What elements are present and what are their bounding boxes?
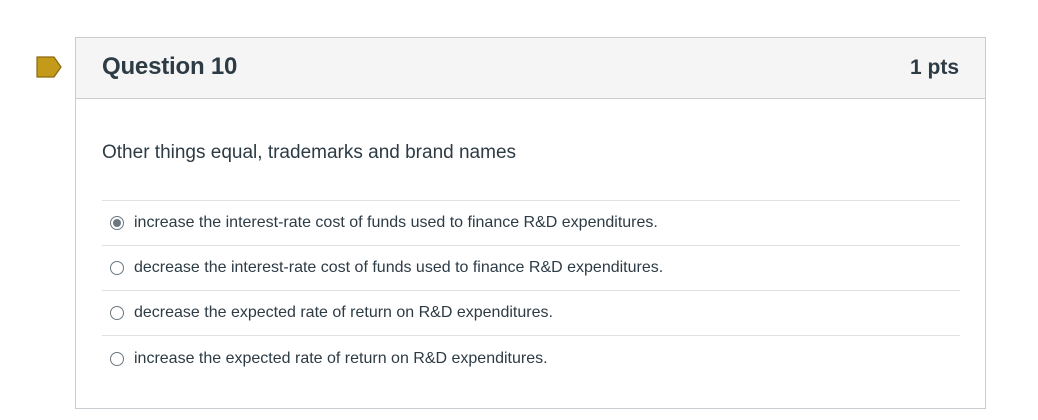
answer-list: increase the interest-rate cost of funds… xyxy=(102,200,960,381)
answer-label: decrease the expected rate of return on … xyxy=(134,304,553,321)
radio-button-icon[interactable] xyxy=(110,351,124,366)
question-card: Question 10 1 pts Other things equal, tr… xyxy=(75,37,986,409)
question-title: Question 10 xyxy=(102,53,238,80)
answer-label: increase the expected rate of return on … xyxy=(134,349,548,367)
question-points: 1 pts xyxy=(909,56,959,79)
question-header: Question 10 1 pts xyxy=(76,38,985,99)
radio-button-icon[interactable] xyxy=(110,261,124,275)
radio-button-selected-icon[interactable] xyxy=(110,216,124,230)
question-text: Other things equal, trademarks and brand… xyxy=(102,142,517,163)
question-flag-icon[interactable] xyxy=(36,56,62,78)
radio-button-icon[interactable] xyxy=(110,306,124,320)
answer-label: increase the interest-rate cost of funds… xyxy=(134,214,658,231)
answer-option[interactable]: increase the interest-rate cost of funds… xyxy=(102,201,960,246)
answer-option[interactable]: increase the expected rate of return on … xyxy=(102,336,960,381)
answer-label: decrease the interest-rate cost of funds… xyxy=(134,259,664,276)
answer-option[interactable]: decrease the interest-rate cost of funds… xyxy=(102,246,960,291)
answer-option[interactable]: decrease the expected rate of return on … xyxy=(102,291,960,336)
